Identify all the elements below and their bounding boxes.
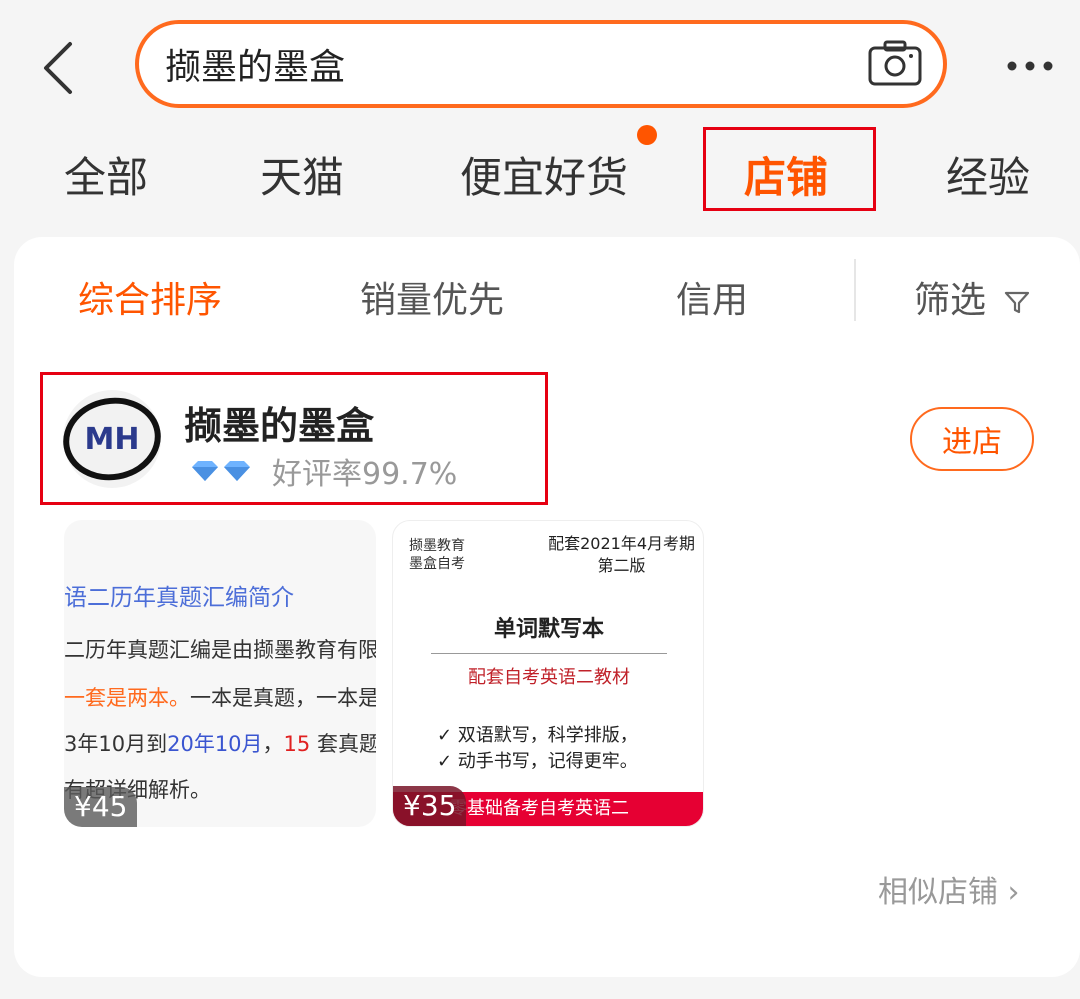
shop-meta: 好评率99.7% — [190, 451, 458, 492]
thumb-text: 撷墨教育 墨盒自考 — [409, 538, 465, 572]
shop-logo[interactable]: MH — [62, 389, 162, 489]
tab-all[interactable]: 全部 — [64, 144, 148, 205]
positive-rating: 好评率99.7% — [272, 457, 458, 492]
sort-comprehensive[interactable]: 综合排序 — [78, 271, 222, 323]
search-input[interactable]: 撷墨的墨盒 — [135, 20, 947, 108]
product-thumbnail[interactable]: 撷墨教育 墨盒自考 配套2021年4月考期 第二版 单词默写本 配套自考英语二教… — [392, 520, 704, 827]
thumb-text: 语二历年真题汇编简介 — [64, 585, 294, 611]
search-results-page: 撷墨的墨盒 全部 天猫 便宜好货 店铺 经验 综合排序 销量优先 信用 筛选 M… — [0, 0, 1080, 999]
camera-icon[interactable] — [867, 40, 923, 88]
diamond-icon — [224, 461, 250, 481]
active-tab-highlight-box — [703, 127, 876, 211]
product-thumbnail[interactable]: 语二历年真题汇编简介 二历年真题汇编是由撷墨教育有限 一套是两本。一本是真题，一… — [64, 520, 376, 827]
shop-logo-text: MH — [85, 422, 140, 457]
sort-divider — [854, 259, 856, 321]
price-tag: ¥35 — [393, 786, 467, 826]
notification-dot — [637, 125, 657, 145]
thumb-text: 3年10月到20年10月，15 套真题 — [64, 732, 376, 756]
similar-shops-link[interactable]: 相似店铺 › — [878, 867, 1020, 911]
sort-bar: 综合排序 销量优先 信用 筛选 — [14, 237, 1080, 347]
category-tabs: 全部 天猫 便宜好货 店铺 经验 — [0, 120, 1080, 230]
divider — [431, 653, 667, 654]
shop-result-card: 综合排序 销量优先 信用 筛选 MH 撷墨的墨盒 好评率99.7% 进店 语二历… — [14, 237, 1080, 977]
diamond-icon — [192, 461, 218, 481]
filter-icon — [1005, 291, 1030, 314]
thumb-text: 一套是两本。一本是真题，一本是 — [64, 686, 376, 710]
thumb-text: 配套2021年4月考期 第二版 — [548, 534, 695, 575]
search-query-text: 撷墨的墨盒 — [165, 47, 346, 88]
sort-sales[interactable]: 销量优先 — [360, 271, 504, 323]
back-arrow-icon[interactable] — [36, 38, 86, 98]
thumb-text: 二历年真题汇编是由撷墨教育有限 — [64, 638, 376, 662]
shop-name[interactable]: 撷墨的墨盒 — [184, 395, 374, 450]
thumb-bullet: ✓ 动手书写，记得更牢。 — [437, 751, 638, 772]
sort-credit[interactable]: 信用 — [676, 271, 748, 323]
thumb-bullet: ✓ 双语默写，科学排版， — [437, 725, 638, 746]
enter-shop-button[interactable]: 进店 — [910, 407, 1034, 471]
more-icon[interactable] — [1000, 44, 1060, 88]
thumb-subtitle: 配套自考英语二教材 — [468, 667, 630, 688]
thumb-title: 单词默写本 — [493, 617, 604, 642]
filter-button[interactable]: 筛选 — [914, 271, 1031, 323]
tab-cheap-goods[interactable]: 便宜好货 — [460, 144, 628, 205]
tab-tmall[interactable]: 天猫 — [260, 144, 344, 205]
price-tag: ¥45 — [64, 787, 138, 827]
tab-experience[interactable]: 经验 — [946, 144, 1030, 205]
filter-label: 筛选 — [914, 280, 987, 321]
